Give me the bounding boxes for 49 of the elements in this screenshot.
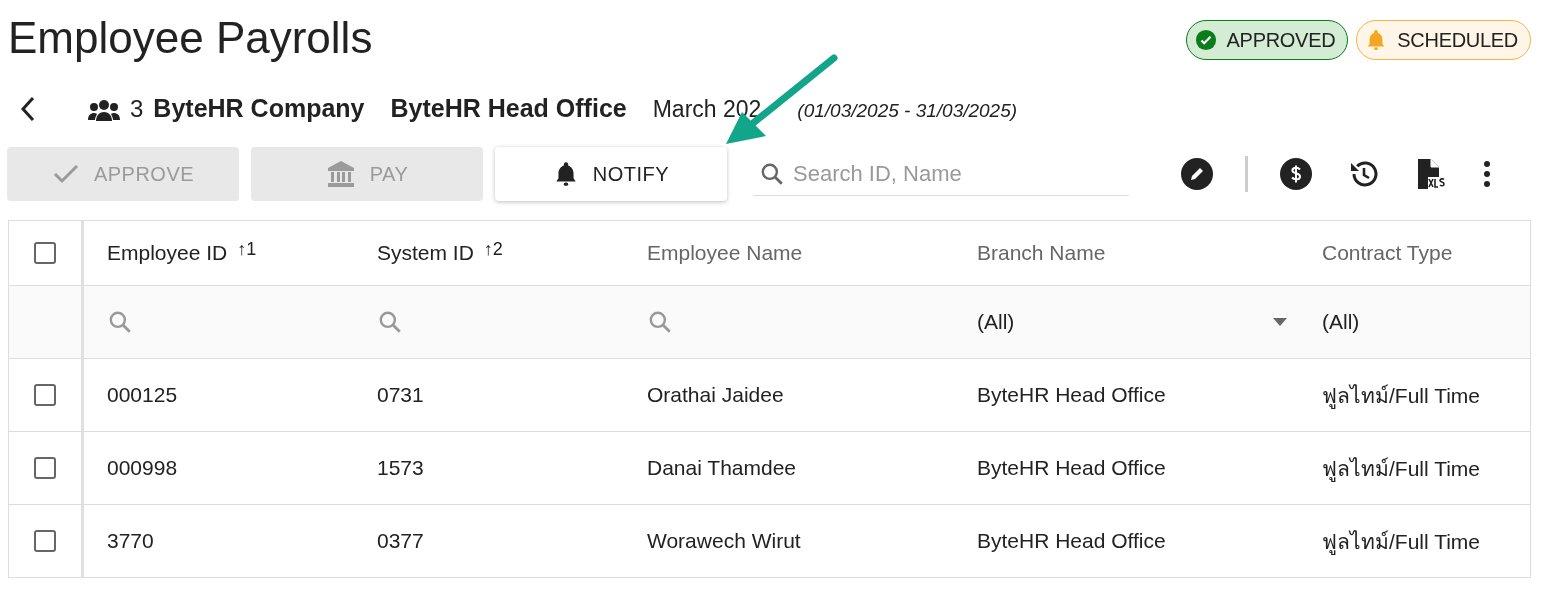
check-circle-icon xyxy=(1194,29,1217,51)
search-icon[interactable] xyxy=(377,309,403,335)
status-badge: APPROVED xyxy=(1185,20,1349,60)
dollar-icon[interactable] xyxy=(1280,158,1312,190)
caret-icon xyxy=(1273,318,1287,326)
column-header[interactable]: Employee ID xyxy=(107,241,228,265)
table-cell-text: ฟูลไทม์/Full Time xyxy=(1322,455,1480,484)
table-cell: 1573 xyxy=(377,456,424,480)
column-header[interactable]: Contract Type xyxy=(1322,241,1453,265)
search-icon[interactable] xyxy=(107,309,133,335)
edit-icon[interactable] xyxy=(1181,158,1213,190)
row-checkbox[interactable] xyxy=(34,530,56,552)
date-range: (01/03/2025 - 31/03/2025) xyxy=(797,100,1018,122)
table-cell: 000998 xyxy=(107,456,178,480)
notify-button[interactable]: NOTIFY xyxy=(495,147,727,201)
table-cell: 3770 xyxy=(107,529,154,553)
row-checkbox[interactable] xyxy=(34,457,56,479)
select-all-checkbox[interactable] xyxy=(34,242,56,264)
table-cell-text: ฟูลไทม์/Full Time xyxy=(1322,382,1480,411)
table-cell: 0731 xyxy=(377,383,424,407)
people-icon xyxy=(88,99,120,121)
table-cell: Orathai Jaidee xyxy=(647,383,784,407)
excel-file-icon[interactable] xyxy=(1416,157,1446,191)
column-header[interactable]: Branch Name xyxy=(977,241,1106,265)
more-icon[interactable] xyxy=(1482,159,1492,189)
filter-dropdown[interactable]: (All) xyxy=(977,310,1287,334)
table-cell: ByteHR Head Office xyxy=(977,383,1166,407)
table-cell: 0377 xyxy=(377,529,424,553)
status-badge: SCHEDULED xyxy=(1356,20,1531,60)
bank-icon xyxy=(325,159,356,189)
table-cell: ByteHR Head Office xyxy=(977,456,1166,480)
table-cell: Danai Thamdee xyxy=(647,456,797,480)
sort-indicator: ↑1 xyxy=(237,239,257,260)
page-title: Employee Payrolls xyxy=(8,13,373,63)
search-icon[interactable] xyxy=(647,309,673,335)
column-header[interactable]: Employee Name xyxy=(647,241,803,265)
search-field[interactable]: Search ID, Name xyxy=(791,159,1115,188)
branch-name: ByteHR Head Office xyxy=(390,94,627,123)
employee-count: 3 xyxy=(130,95,144,123)
table-cell: ByteHR Head Office xyxy=(977,529,1166,553)
filter-value[interactable]: (All) xyxy=(1322,310,1360,334)
column-header[interactable]: System ID xyxy=(377,241,474,265)
table-cell: Worawech Wirut xyxy=(647,529,801,553)
company-name: ByteHR Company xyxy=(153,94,365,123)
sort-indicator: ↑2 xyxy=(483,239,503,260)
row-checkbox[interactable] xyxy=(34,384,56,406)
table-cell: 000125 xyxy=(107,383,178,407)
table-cell-text: ฟูลไทม์/Full Time xyxy=(1322,528,1480,557)
check-icon xyxy=(51,163,80,185)
